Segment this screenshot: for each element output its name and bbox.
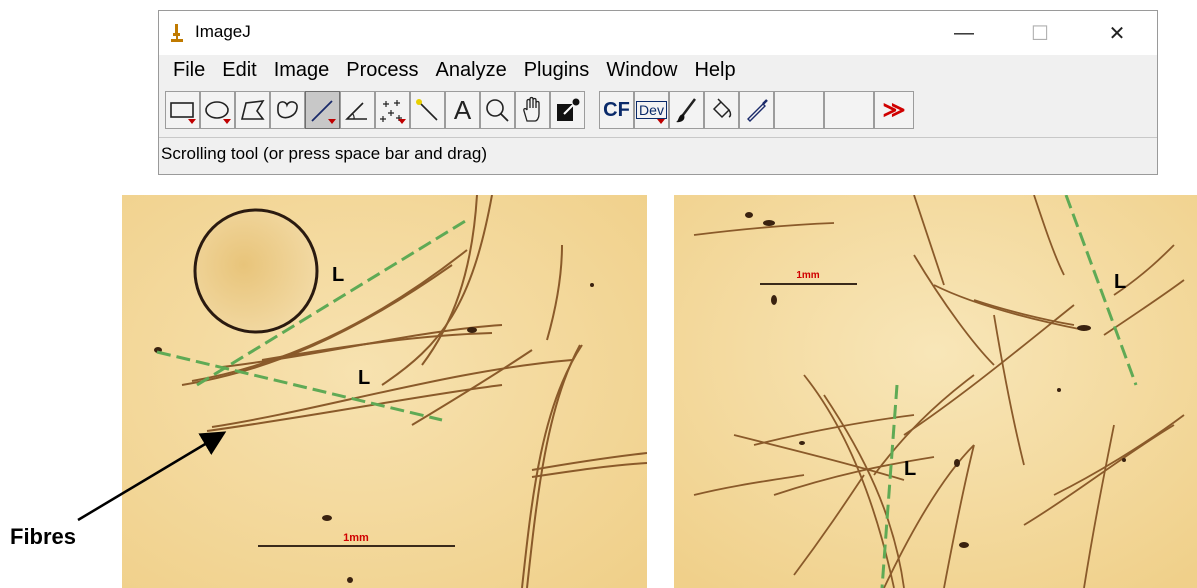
menu-edit[interactable]: Edit (222, 59, 256, 82)
empty-tool-slot (824, 91, 874, 129)
status-bar: Scrolling tool (or press space bar and d… (159, 137, 1157, 169)
minimize-button[interactable]: — (941, 17, 987, 49)
multipoint-tool[interactable] (375, 91, 410, 129)
brush-icon (676, 97, 696, 122)
dropdown-indicator (657, 119, 665, 124)
menu-plugins[interactable]: Plugins (524, 59, 590, 82)
rectangle-tool[interactable] (165, 91, 200, 129)
dropdown-indicator (328, 119, 336, 124)
fibre-micrograph-right: 1mm L L (674, 195, 1197, 588)
air-bubble (193, 208, 319, 334)
toolbar: A CF Dev ≫ (159, 91, 1157, 131)
oval-tool[interactable] (200, 91, 235, 129)
menu-image[interactable]: Image (274, 59, 330, 82)
dropdown-indicator (398, 119, 406, 124)
length-label-upper: L (1114, 271, 1126, 293)
angle-tool[interactable] (340, 91, 375, 129)
close-button[interactable]: ✕ (1094, 17, 1140, 49)
scale-label: 1mm (796, 270, 819, 281)
menu-bar: File Edit Image Process Analyze Plugins … (159, 55, 1157, 85)
length-label-lower: L (358, 367, 370, 389)
double-chevron-right-icon: ≫ (882, 97, 906, 122)
cf-tool[interactable]: CF (599, 91, 634, 129)
hand-icon (523, 96, 540, 122)
wand-icon (416, 98, 438, 121)
title-bar[interactable]: ImageJ — ☐ ✕ (159, 11, 1157, 55)
dev-label: Dev (636, 101, 667, 119)
wand-tool[interactable] (410, 91, 445, 129)
dropdown-indicator (223, 119, 231, 124)
freehand-tool[interactable] (270, 91, 305, 129)
cf-label: CF (603, 98, 630, 121)
text-tool[interactable]: A (445, 91, 480, 129)
menu-process[interactable]: Process (346, 59, 418, 82)
color-picker-tool[interactable] (550, 91, 585, 129)
menu-window[interactable]: Window (606, 59, 677, 82)
more-tools-button[interactable]: ≫ (874, 91, 914, 129)
fibre-micrograph-left: 1mm L L (122, 195, 647, 588)
microscope-app-icon (171, 24, 183, 42)
angle-icon (345, 101, 367, 120)
brush-tool[interactable] (669, 91, 704, 129)
menu-file[interactable]: File (173, 59, 205, 82)
menu-analyze[interactable]: Analyze (436, 59, 507, 82)
color-picker-icon (557, 98, 580, 121)
scale-label: 1mm (343, 532, 369, 544)
scrolling-tool[interactable] (515, 91, 550, 129)
text-tool-icon: A (453, 94, 472, 125)
magnifier-icon (486, 98, 509, 122)
pencil-tool[interactable] (739, 91, 774, 129)
line-tool[interactable] (305, 91, 340, 129)
menu-help[interactable]: Help (694, 59, 735, 82)
dev-tool[interactable]: Dev (634, 91, 669, 129)
image-background (674, 195, 1197, 588)
freehand-icon (277, 100, 298, 118)
length-label-upper: L (332, 264, 344, 286)
maximize-button[interactable]: ☐ (1017, 17, 1063, 49)
length-label-lower: L (904, 458, 916, 480)
polygon-icon (240, 99, 265, 120)
fibres-label: Fibres (10, 524, 77, 549)
pencil-icon (747, 98, 768, 122)
magnifying-glass-tool[interactable] (480, 91, 515, 129)
empty-tool-slot (774, 91, 824, 129)
window-title: ImageJ (195, 22, 251, 41)
imagej-window: ImageJ — ☐ ✕ File Edit Image Process Ana… (158, 10, 1158, 175)
dropdown-indicator (188, 119, 196, 124)
paint-bucket-icon (712, 97, 732, 118)
flood-fill-tool[interactable] (704, 91, 739, 129)
polygon-tool[interactable] (235, 91, 270, 129)
